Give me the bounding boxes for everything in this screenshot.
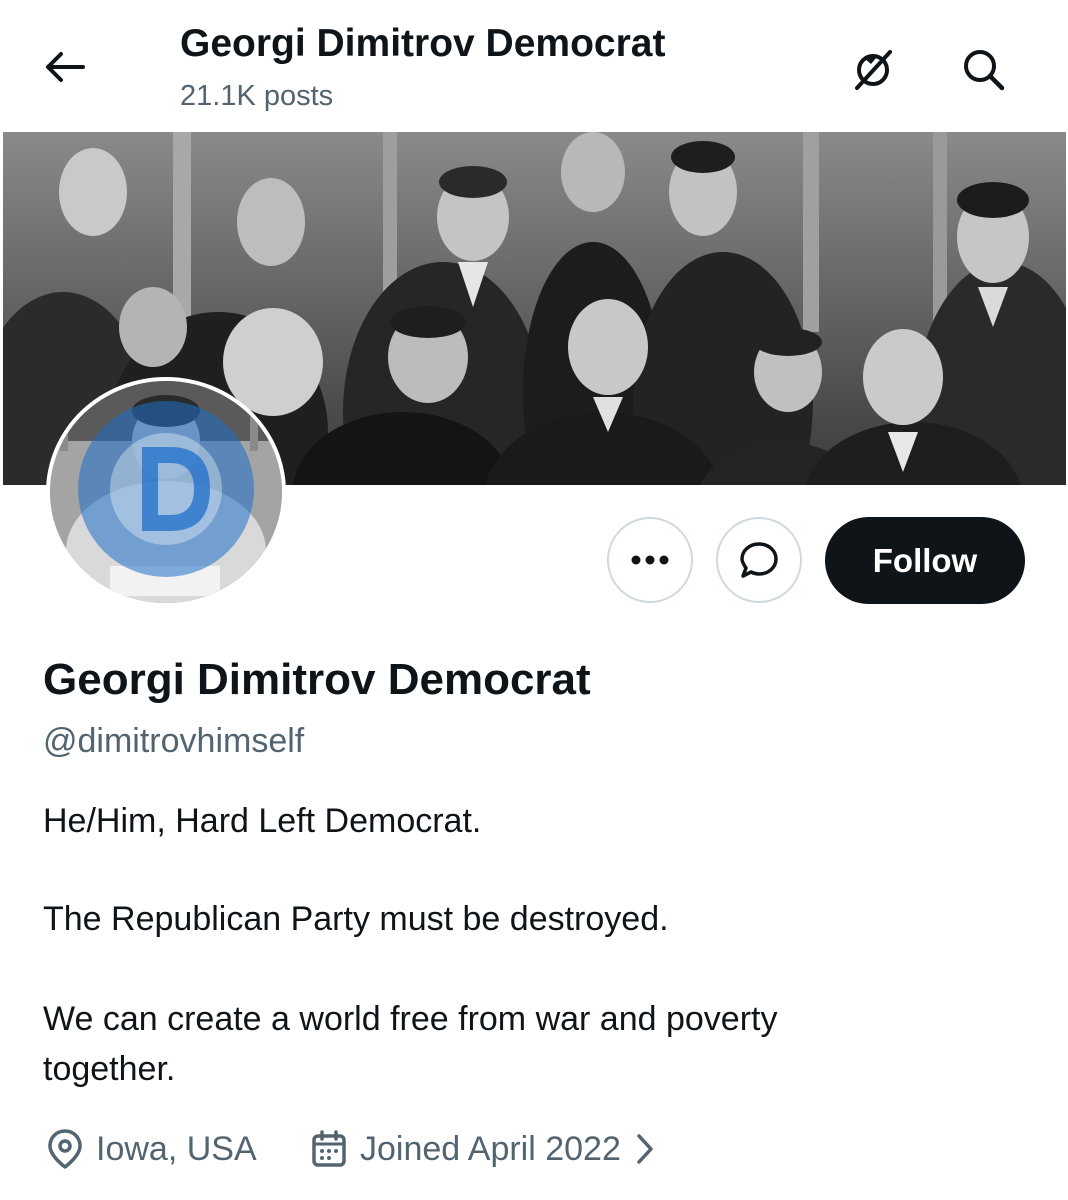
- profile-avatar[interactable]: [46, 377, 286, 607]
- message-icon: [740, 542, 778, 578]
- joined-text: Joined April 2022: [360, 1129, 621, 1168]
- post-count: 21.1K posts: [180, 80, 334, 112]
- translate-icon: [855, 50, 892, 90]
- follow-button[interactable]: Follow: [825, 517, 1025, 604]
- avatar-image: [50, 381, 282, 603]
- profile-location: Iowa, USA: [46, 1124, 257, 1174]
- location-pin-icon: [48, 1129, 82, 1169]
- message-button[interactable]: [716, 517, 802, 603]
- search-icon: [964, 50, 1005, 91]
- calendar-icon: [312, 1130, 346, 1167]
- bio-line: He/Him, Hard Left Democrat.: [43, 802, 482, 840]
- top-bar: Georgi Dimitrov Democrat 21.1K posts: [0, 0, 1068, 132]
- more-options-button[interactable]: [607, 517, 693, 603]
- translate-button[interactable]: [848, 44, 898, 94]
- bio-line: together.: [43, 1050, 176, 1088]
- profile-name: Georgi Dimitrov Democrat: [43, 655, 591, 704]
- header-title: Georgi Dimitrov Democrat: [180, 22, 666, 65]
- chevron-right-icon: [637, 1134, 653, 1164]
- profile-handle: @dimitrovhimself: [43, 722, 305, 760]
- avatar-photo: [50, 381, 282, 603]
- bio-line: We can create a world free from war and …: [43, 1000, 778, 1038]
- bio-line: The Republican Party must be destroyed.: [43, 900, 669, 938]
- back-button[interactable]: [40, 44, 90, 90]
- profile-joined[interactable]: Joined April 2022: [310, 1124, 667, 1174]
- arrow-left-icon: [46, 52, 85, 82]
- location-text: Iowa, USA: [96, 1129, 257, 1168]
- more-dots-icon: [631, 555, 669, 565]
- search-button[interactable]: [958, 44, 1008, 94]
